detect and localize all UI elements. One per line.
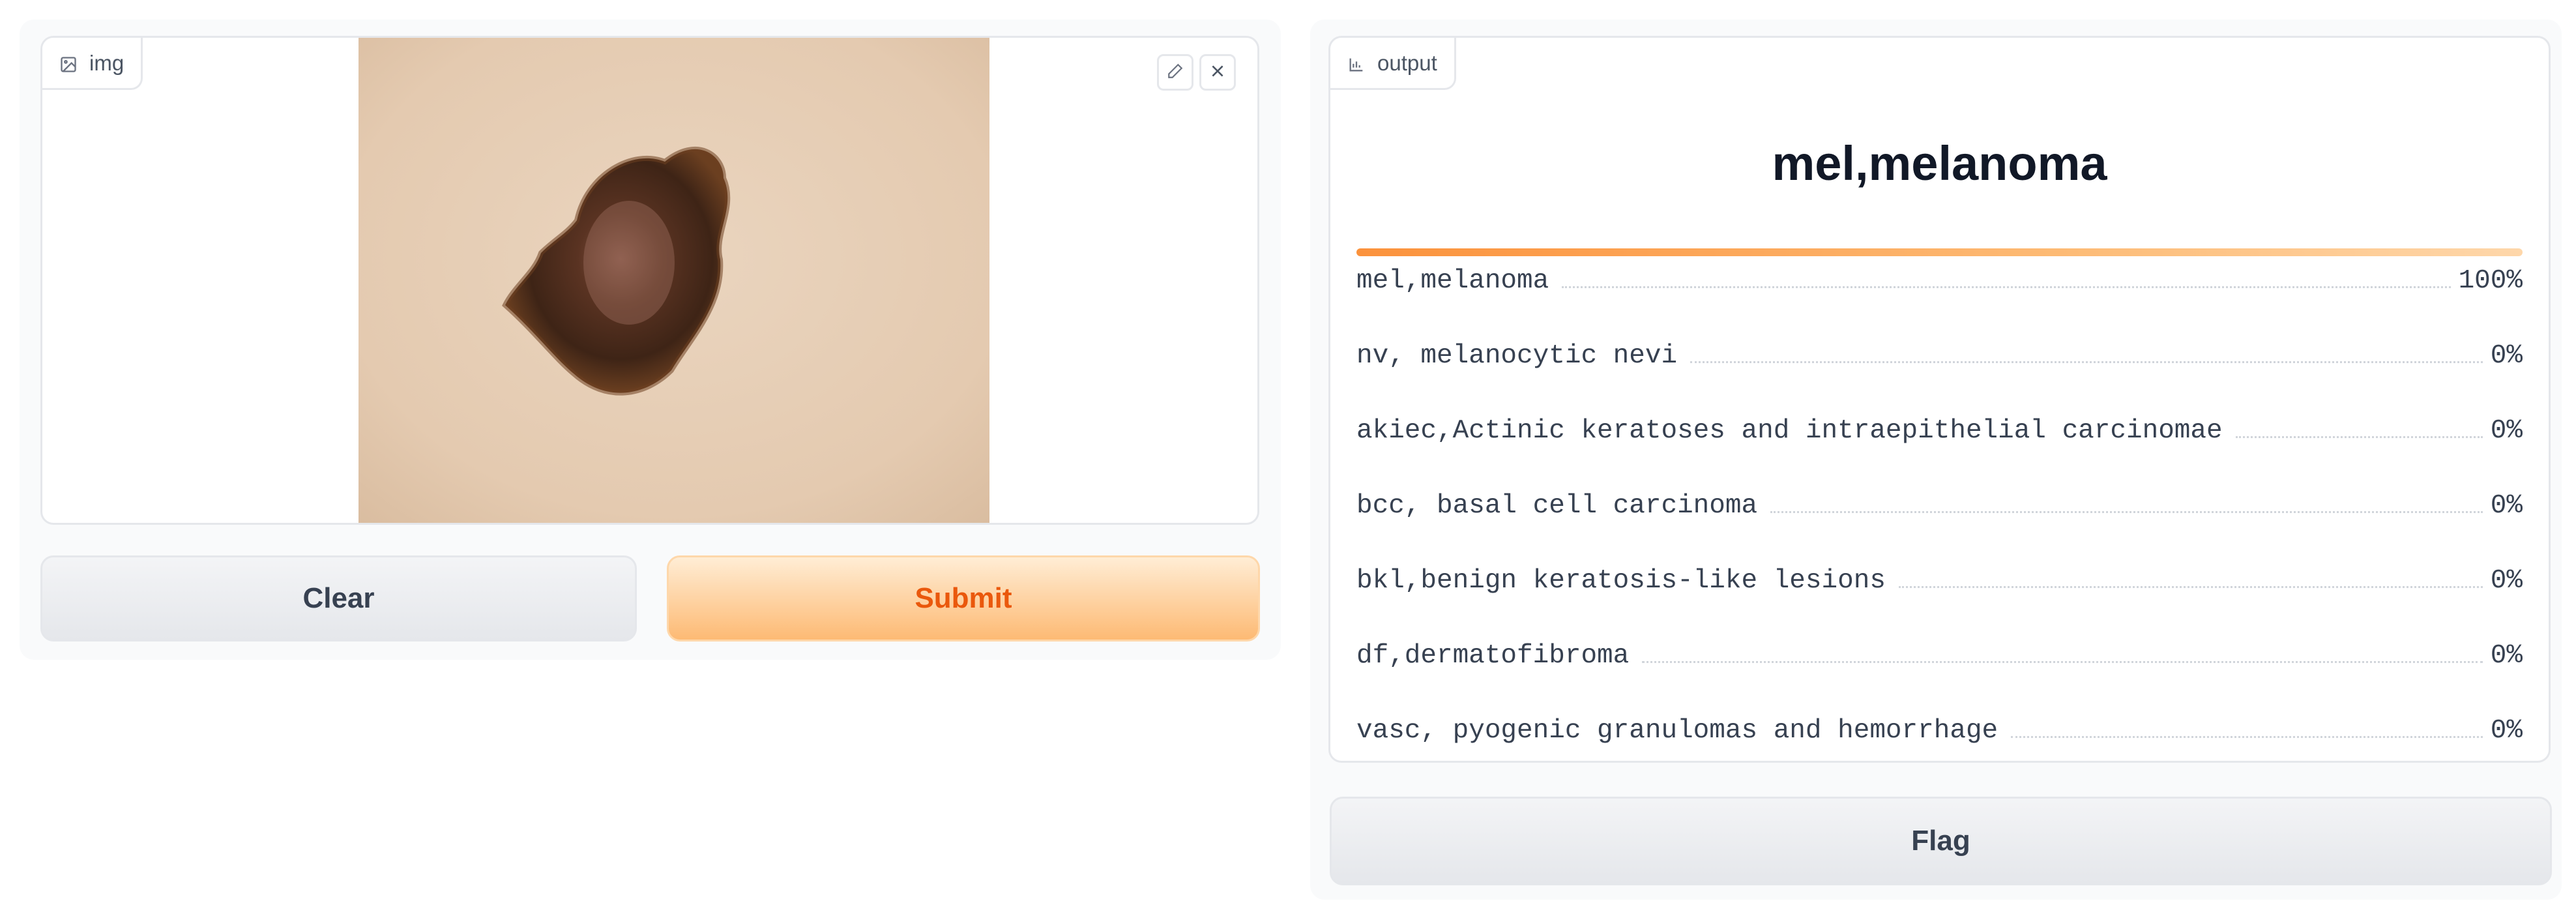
confidence-item[interactable]: vasc, pyogenic granulomas and hemorrhage… [1356,698,2523,773]
confidence-item[interactable]: mel,melanoma 100% [1356,248,2523,323]
confidence-label: mel,melanoma [1356,266,1549,296]
bar-chart-icon [1347,54,1366,72]
dotted-leader [1642,660,2483,663]
confidence-list: mel,melanoma 100% nv, melanocytic nevi 0% ak… [1356,248,2523,773]
output-panel: output mel,melanoma mel,melanoma 100% nv, … [1310,20,2562,900]
confidence-item[interactable]: akiec,Actinic keratoses and intraepithel… [1356,398,2523,473]
confidence-value: 0% [2490,716,2523,746]
input-label-text: img [89,50,124,75]
clear-button[interactable]: Clear [40,555,637,641]
confidence-item[interactable]: nv, melanocytic nevi 0% [1356,323,2523,398]
close-icon [1209,63,1226,83]
confidence-value: 0% [2490,416,2523,446]
confidence-row: mel,melanoma 100% [1356,261,2523,301]
edit-button[interactable] [1157,54,1193,91]
dotted-leader [1770,510,2483,513]
confidence-label: vasc, pyogenic granulomas and hemorrhage [1356,716,1998,746]
confidence-value: 0% [2490,341,2523,371]
dotted-leader [1690,361,2483,363]
dotted-leader [1562,286,2451,288]
submit-button[interactable]: Submit [667,555,1260,641]
confidence-value: 0% [2490,566,2523,596]
confidence-label: bkl,benign keratosis-like lesions [1356,566,1886,596]
confidence-label: df,dermatofibroma [1356,641,1630,671]
confidence-row: bcc, basal cell carcinoma 0% [1356,486,2523,525]
confidence-bar [1356,248,2523,256]
image-input[interactable]: img [40,36,1259,525]
confidence-item[interactable]: df,dermatofibroma 0% [1356,623,2523,698]
confidence-row: vasc, pyogenic granulomas and hemorrhage… [1356,711,2523,750]
confidence-item[interactable]: bcc, basal cell carcinoma 0% [1356,473,2523,548]
label-output: output mel,melanoma mel,melanoma 100% nv, … [1328,36,2551,763]
confidence-row: nv, melanocytic nevi 0% [1356,336,2523,376]
confidence-item[interactable]: bkl,benign keratosis-like lesions 0% [1356,548,2523,623]
confidence-value: 0% [2490,641,2523,671]
confidence-value: 0% [2490,491,2523,521]
confidence-row: bkl,benign keratosis-like lesions 0% [1356,561,2523,600]
output-block-label: output [1330,38,1456,90]
confidence-label: akiec,Actinic keratoses and intraepithel… [1356,416,2223,446]
image-icon [59,54,78,72]
output-label-text: output [1377,50,1437,75]
confidence-label: nv, melanocytic nevi [1356,341,1678,371]
dotted-leader [1898,585,2483,588]
pencil-icon [1167,63,1184,83]
dotted-leader [2011,735,2483,738]
skin-lesion-image [359,38,989,523]
confidence-row: akiec,Actinic keratoses and intraepithel… [1356,411,2523,450]
confidence-value: 100% [2458,266,2523,296]
clear-image-button[interactable] [1199,54,1236,91]
dotted-leader [2235,435,2483,438]
predicted-label: mel,melanoma [1772,136,2107,190]
confidence-label: bcc, basal cell carcinoma [1356,491,1758,521]
input-panel: img Clear Submit [20,20,1281,660]
input-block-label: img [42,38,143,90]
confidence-row: df,dermatofibroma 0% [1356,636,2523,675]
flag-button[interactable]: Flag [1330,797,2552,885]
